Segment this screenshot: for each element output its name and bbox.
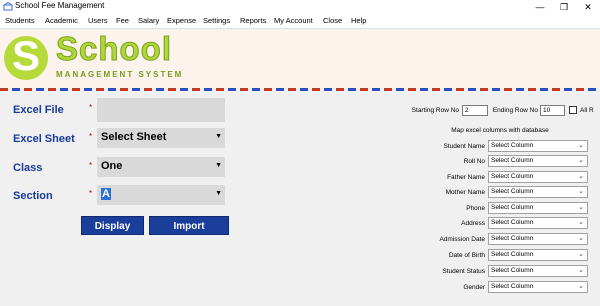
student-status-column-select[interactable]: Select Column ⌄ xyxy=(488,265,588,277)
date-of-birth-column-select[interactable]: Select Column ⌄ xyxy=(488,249,588,261)
excel-sheet-value: Select Sheet xyxy=(101,131,167,143)
date-of-birth-label: Date of Birth xyxy=(448,252,485,259)
chevron-down-icon: ⌄ xyxy=(578,235,584,242)
ending-row-input[interactable]: 10 xyxy=(540,105,565,116)
mapping-heading: Map excel columns with database xyxy=(451,127,549,134)
menu-users[interactable]: Users xyxy=(88,16,108,25)
starting-row-label: Starting Row No xyxy=(411,107,459,114)
class-dropdown[interactable]: One ▼ xyxy=(97,157,225,177)
chevron-down-icon: ⌄ xyxy=(578,173,584,180)
chevron-down-icon: ⌄ xyxy=(578,267,584,274)
excel-file-input[interactable] xyxy=(97,98,225,122)
admission-date-column-select[interactable]: Select Column ⌄ xyxy=(488,233,588,245)
select-value: Select Column xyxy=(491,251,534,258)
menu-bar: Students Academic Users Fee Salary Expen… xyxy=(0,14,600,29)
roll-no-column-select[interactable]: Select Column ⌄ xyxy=(488,155,588,167)
required-mark: * xyxy=(89,189,93,198)
select-value: Select Column xyxy=(491,267,534,274)
menu-my-account[interactable]: My Account xyxy=(274,16,313,25)
chevron-down-icon: ⌄ xyxy=(578,204,584,211)
student-status-label: Student Status xyxy=(442,268,485,275)
select-value: Select Column xyxy=(491,204,534,211)
window-title: School Fee Management xyxy=(15,1,105,10)
select-value: Select Column xyxy=(491,173,534,180)
gender-label: Gender xyxy=(463,284,485,291)
select-value: Select Column xyxy=(491,283,534,290)
logo-title: School xyxy=(55,30,173,67)
menu-students[interactable]: Students xyxy=(5,16,35,25)
starting-row-input[interactable]: 2 xyxy=(462,105,488,116)
required-mark: * xyxy=(89,161,93,170)
mother-name-label: Mother Name xyxy=(445,189,485,196)
ending-row-label: Ending Row No xyxy=(492,107,538,114)
mother-name-column-select[interactable]: Select Column ⌄ xyxy=(488,186,588,198)
menu-help[interactable]: Help xyxy=(351,16,366,25)
student-name-label: Student Name xyxy=(443,143,485,150)
airmail-stripe-divider xyxy=(0,88,600,91)
dropdown-arrow-icon: ▼ xyxy=(215,133,222,140)
required-mark: * xyxy=(89,103,93,112)
select-value: Select Column xyxy=(491,157,534,164)
maximize-icon[interactable]: ❐ xyxy=(552,0,576,14)
phone-label: Phone xyxy=(466,205,485,212)
menu-fee[interactable]: Fee xyxy=(116,16,129,25)
address-column-select[interactable]: Select Column ⌄ xyxy=(488,217,588,229)
father-name-label: Father Name xyxy=(447,174,485,181)
class-label: Class xyxy=(13,162,43,174)
select-value: Select Column xyxy=(491,235,534,242)
section-value: A xyxy=(101,188,111,200)
all-rows-label: All R xyxy=(580,107,594,114)
required-mark: * xyxy=(89,132,93,141)
section-label: Section xyxy=(13,190,53,202)
dropdown-arrow-icon: ▼ xyxy=(215,190,222,197)
excel-sheet-label: Excel Sheet xyxy=(13,133,75,145)
gender-column-select[interactable]: Select Column ⌄ xyxy=(488,281,588,293)
chevron-down-icon: ⌄ xyxy=(578,157,584,164)
class-value: One xyxy=(101,160,123,172)
phone-column-select[interactable]: Select Column ⌄ xyxy=(488,202,588,214)
close-window-icon[interactable]: ✕ xyxy=(576,0,600,14)
chevron-down-icon: ⌄ xyxy=(578,142,584,149)
chevron-down-icon: ⌄ xyxy=(578,219,584,226)
all-rows-checkbox[interactable] xyxy=(569,106,577,114)
app-icon xyxy=(3,2,13,11)
menu-close[interactable]: Close xyxy=(323,16,342,25)
menu-expense[interactable]: Expense xyxy=(167,16,196,25)
menu-reports[interactable]: Reports xyxy=(240,16,266,25)
select-value: Select Column xyxy=(491,188,534,195)
logo-letter: S xyxy=(11,32,40,79)
select-value: Select Column xyxy=(491,219,534,226)
chevron-down-icon: ⌄ xyxy=(578,188,584,195)
address-label: Address xyxy=(461,220,485,227)
logo-subtitle: MANAGEMENT SYSTEM xyxy=(56,70,184,79)
menu-academic[interactable]: Academic xyxy=(45,16,78,25)
select-value: Select Column xyxy=(491,142,534,149)
display-button[interactable]: Display xyxy=(81,216,144,235)
menu-settings[interactable]: Settings xyxy=(203,16,230,25)
dropdown-arrow-icon: ▼ xyxy=(215,162,222,169)
excel-sheet-dropdown[interactable]: Select Sheet ▼ xyxy=(97,128,225,148)
import-button[interactable]: Import xyxy=(149,216,229,235)
menu-salary[interactable]: Salary xyxy=(138,16,159,25)
chevron-down-icon: ⌄ xyxy=(578,283,584,290)
father-name-column-select[interactable]: Select Column ⌄ xyxy=(488,171,588,183)
chevron-down-icon: ⌄ xyxy=(578,251,584,258)
section-dropdown[interactable]: A ▼ xyxy=(97,185,225,205)
excel-file-label: Excel File xyxy=(13,104,64,116)
admission-date-label: Admission Date xyxy=(439,236,485,243)
student-name-column-select[interactable]: Select Column ⌄ xyxy=(488,140,588,152)
roll-no-label: Roll No xyxy=(463,158,485,165)
minimize-icon[interactable]: — xyxy=(528,0,552,14)
title-bar: School Fee Management — ❐ ✕ xyxy=(0,0,600,14)
